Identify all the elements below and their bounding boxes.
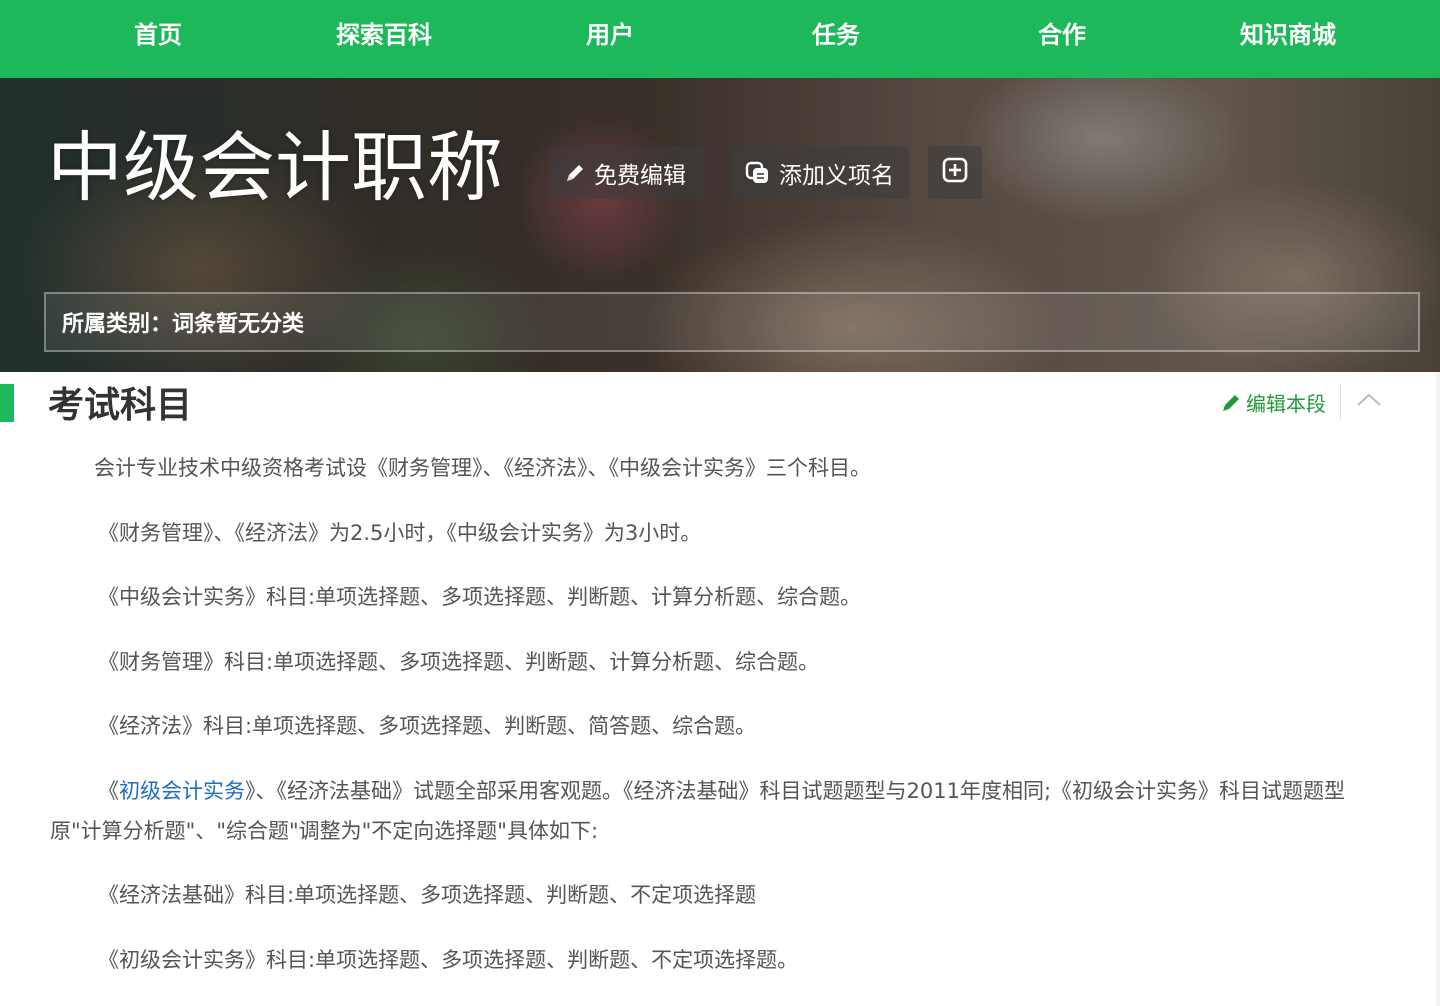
category-bar: 所属类别：词条暂无分类 [44,292,1420,352]
paragraph-text: 《 [98,778,119,803]
edit-section-button[interactable]: 编辑本段 [1220,388,1326,417]
add-button[interactable] [928,146,982,199]
plus-square-icon [941,156,969,190]
entry-hero: 中级会计职称 免费编辑 添加义项名 所属类别：词条暂无分类 [0,78,1440,372]
chevron-up-icon [1355,391,1383,411]
divider [1340,384,1341,420]
free-edit-button[interactable]: 免费编辑 [550,146,704,199]
paragraph: 《经济法》科目:单项选择题、多项选择题、判断题、简答题、综合题。 [98,714,757,738]
add-meaning-label: 添加义项名 [779,162,894,189]
nav-item-users[interactable]: 用户 [497,0,723,78]
nav-item-home[interactable]: 首页 [45,0,271,78]
paragraph: 《中级会计实务》科目:单项选择题、多项选择题、判断题、计算分析题、综合题。 [98,585,862,609]
scroll-edge [1436,372,1440,1006]
section-title: 考试科目 [48,385,193,426]
entry-title: 中级会计职称 [47,123,503,212]
paragraph: 《初级会计实务》、《经济法基础》试题全部采用客观题。《经济法基础》科目试题题型与… [50,771,1390,851]
paragraph: 《财务管理》、《经济法》为2.5小时，《中级会计实务》为3小时。 [98,520,702,545]
free-edit-label: 免费编辑 [594,162,686,189]
paragraph: 《财务管理》科目:单项选择题、多项选择题、判断题、计算分析题、综合题。 [98,649,820,674]
nav-item-store[interactable]: 知识商城 [1175,0,1401,78]
paragraph-text: 》、《经济法基础》试题全部采用客观题。《经济法基础》科目试题题型与2011年度相… [50,778,1346,843]
edit-section-label: 编辑本段 [1246,392,1326,416]
collapse-button[interactable] [1352,386,1386,416]
section-marker [0,384,14,422]
top-nav: 首页 探索百科 用户 任务 合作 知识商城 [0,0,1440,78]
pencil-icon [564,162,586,184]
link-junior-accounting[interactable]: 初级会计实务 [119,779,245,803]
category-label: 所属类别：词条暂无分类 [62,312,305,337]
section-content: 会计专业技术中级资格考试设《财务管理》、《经济法》、《中级会计实务》三个科目。 … [50,448,1390,1004]
copy-icon [745,161,771,185]
pencil-icon [1220,392,1242,414]
add-meaning-button[interactable]: 添加义项名 [731,146,909,199]
paragraph: 《经济法基础》科目:单项选择题、多项选择题、判断题、不定项选择题 [98,883,757,907]
paragraph: 会计专业技术中级资格考试设《财务管理》、《经济法》、《中级会计实务》三个科目。 [94,456,871,480]
nav-item-explore[interactable]: 探索百科 [271,0,497,78]
paragraph: 《初级会计实务》科目:单项选择题、多项选择题、判断题、不定项选择题。 [98,947,799,972]
nav-item-cooperation[interactable]: 合作 [949,0,1175,78]
nav-item-tasks[interactable]: 任务 [723,0,949,78]
